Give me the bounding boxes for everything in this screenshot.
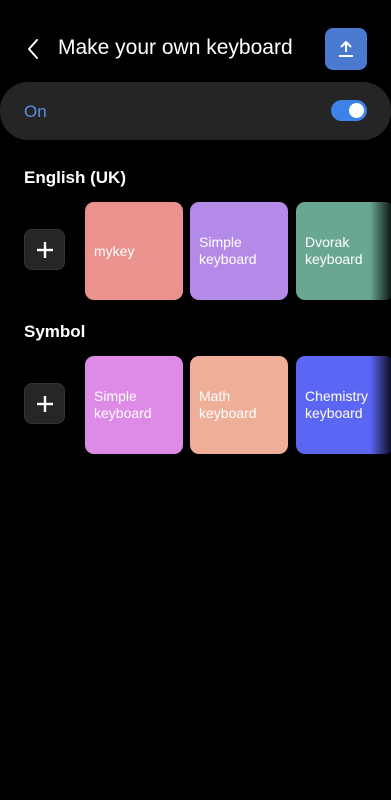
back-button[interactable] — [18, 34, 48, 64]
chevron-left-icon — [28, 39, 38, 59]
keyboard-card-mykey[interactable]: mykey — [85, 202, 183, 300]
keyboard-card-simple-symbol[interactable]: Simple keyboard — [85, 356, 183, 454]
card-label: Simple keyboard — [199, 234, 257, 267]
keyboard-card-dvorak[interactable]: Dvorak keyboard — [296, 202, 391, 300]
page-title: Make your own keyboard — [58, 36, 293, 59]
card-label: Math keyboard — [199, 388, 257, 421]
add-english-keyboard-button[interactable] — [24, 229, 65, 270]
section-title-english-uk: English (UK) — [24, 168, 126, 187]
keyboard-card-math[interactable]: Math keyboard — [190, 356, 288, 454]
on-off-switch[interactable] — [331, 100, 367, 121]
upload-icon — [339, 41, 353, 57]
toggle-label: On — [24, 102, 47, 121]
keyboard-card-chemistry[interactable]: Chemistry keyboard — [296, 356, 391, 454]
card-label: Simple keyboard — [94, 388, 152, 421]
card-label: mykey — [94, 242, 135, 259]
card-label: Dvorak keyboard — [305, 234, 363, 267]
add-symbol-keyboard-button[interactable] — [24, 383, 65, 424]
card-label: Chemistry keyboard — [305, 388, 369, 421]
section-title-symbol: Symbol — [24, 322, 86, 341]
plus-icon — [36, 395, 53, 412]
switch-knob — [349, 103, 364, 118]
share-button[interactable] — [325, 28, 367, 70]
plus-icon — [36, 241, 53, 258]
keyboard-card-simple[interactable]: Simple keyboard — [190, 202, 288, 300]
